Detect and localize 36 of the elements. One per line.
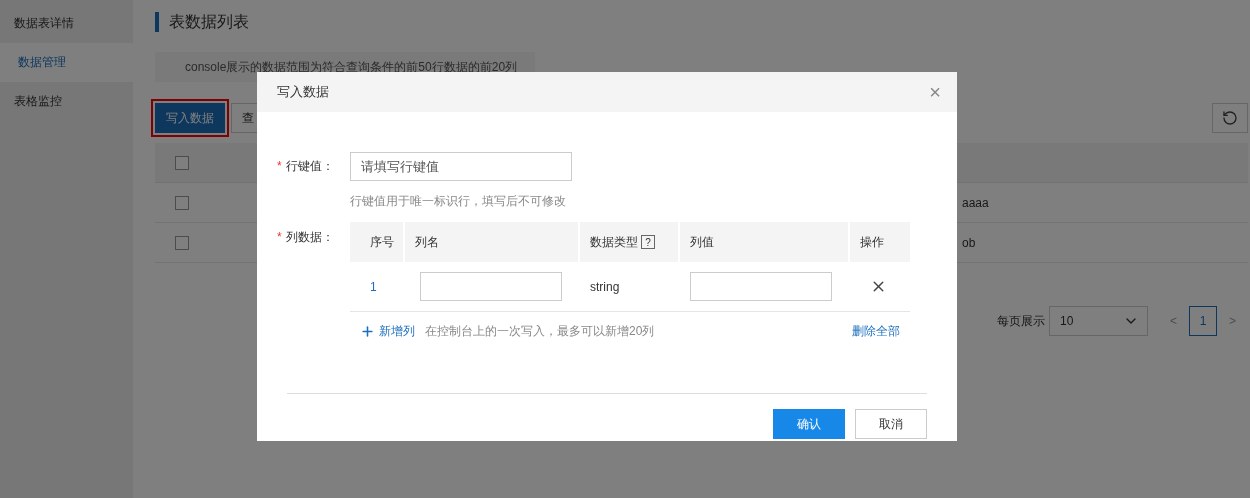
sidebar-item[interactable]: 数据管理 (0, 43, 133, 82)
table-cell-text: string (589, 279, 621, 294)
checkbox[interactable] (175, 235, 189, 250)
refresh-icon (1222, 110, 1238, 126)
column-header: 列名 (415, 233, 439, 251)
column-header: 数据类型 (590, 233, 638, 251)
column-name-field[interactable] (420, 272, 562, 301)
page-size-select[interactable]: 10 (1048, 306, 1148, 336)
column-header: 序号 (370, 233, 394, 251)
cancel-button[interactable]: 取消 (855, 409, 927, 439)
add-column-button[interactable]: 新增列 (360, 322, 415, 340)
prev-page-button[interactable]: < (1161, 314, 1185, 328)
table-cell-text: aaaa (962, 195, 990, 210)
add-hint: 在控制台上的一次写入，最多可以新增20列 (425, 322, 655, 340)
delete-all-link[interactable]: 删除全部 (852, 322, 900, 340)
row-key-field[interactable]: 请填写行键值 (350, 152, 572, 181)
page-size-label: 每页展示 (996, 312, 1045, 330)
table-cell-text: ob (962, 235, 977, 250)
page-title: 表数据列表 (155, 12, 1248, 32)
field-label: * 列数据： (277, 229, 335, 246)
field-hint: 行键值用于唯一标识行，填写后不可修改 (350, 193, 567, 210)
page-number[interactable]: 1 (1189, 306, 1217, 336)
dialog-title: 写入数据 (277, 83, 329, 101)
checkbox[interactable] (175, 155, 189, 170)
column-header: 列值 (690, 233, 714, 251)
row-index: 1 (369, 279, 378, 294)
next-page-button[interactable]: > (1221, 314, 1244, 328)
plus-icon (360, 323, 375, 339)
close-button[interactable]: × (929, 82, 941, 102)
checkbox[interactable] (175, 195, 189, 210)
column-value-field[interactable] (690, 272, 832, 301)
column-header: 操作 (860, 233, 884, 251)
refresh-button[interactable] (1212, 103, 1248, 133)
confirm-button[interactable]: 确认 (773, 409, 845, 439)
help-icon[interactable]: ? (641, 235, 655, 249)
field-label: * 行键值： (277, 158, 335, 175)
